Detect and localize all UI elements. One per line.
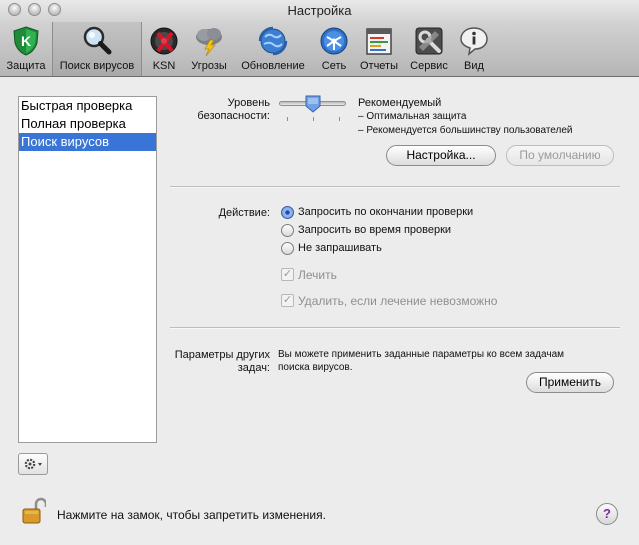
view-bubble-icon	[460, 27, 488, 56]
task-list[interactable]: Быстрая проверка Полная проверка Поиск в…	[18, 96, 157, 443]
security-level-label-1: Уровень	[227, 97, 270, 109]
task-item-full-scan[interactable]: Полная проверка	[19, 115, 156, 133]
delete-checkbox-label: Удалить, если лечение невозможно	[298, 294, 498, 308]
cure-checkbox-label: Лечить	[298, 268, 337, 282]
slider-tick	[287, 117, 288, 121]
action-label: Действие:	[218, 207, 270, 219]
radio-ask-after-scan-label: Запросить по окончании проверки	[298, 206, 474, 218]
toolbar-update[interactable]: Обновление	[236, 22, 310, 76]
radio-do-not-ask-label: Не запрашивать	[298, 242, 382, 254]
delete-checkbox[interactable]: ✓	[281, 294, 294, 307]
other-tasks-label-1: Параметры других	[174, 349, 270, 361]
security-level-desc-2: – Рекомендуется большинству пользователе…	[358, 125, 573, 136]
toolbar-virus-scan[interactable]: Поиск вирусов	[52, 22, 142, 76]
security-level-name: Рекомендуемый	[358, 97, 442, 109]
task-item-quick-scan[interactable]: Быстрая проверка	[19, 97, 156, 115]
storm-cloud-icon	[196, 28, 222, 57]
network-icon	[320, 27, 348, 55]
toolbar-reports[interactable]: Отчеты	[356, 22, 402, 76]
radio-ask-during-scan-label: Запросить во время проверки	[298, 224, 452, 236]
separator	[170, 186, 620, 188]
toolbar-threats[interactable]: Угрозы	[186, 22, 232, 76]
other-tasks-label-2: задач:	[237, 362, 270, 374]
cure-checkbox[interactable]: ✓	[281, 268, 294, 281]
title-bar: Настройка	[0, 0, 639, 22]
toolbar-ksn[interactable]: KSN	[146, 22, 182, 76]
svg-text:K: K	[21, 33, 31, 49]
service-tools-icon	[415, 27, 443, 55]
security-slider-thumb[interactable]	[305, 95, 321, 113]
toolbar: K Защита Поиск вирусов KSN Угрозы Обновл…	[0, 22, 639, 77]
toolbar-service[interactable]: Сервис	[405, 22, 453, 76]
task-item-virus-scan[interactable]: Поиск вирусов	[19, 133, 156, 151]
magnifier-icon	[83, 26, 112, 55]
radio-ask-after-scan[interactable]	[281, 206, 294, 219]
report-icon	[366, 28, 392, 55]
slider-tick	[339, 117, 340, 121]
apply-button[interactable]: Применить	[526, 372, 614, 393]
preferences-window: Настройка K Защита Поиск вирусов KSN Угр…	[0, 0, 639, 545]
action-menu-button[interactable]	[18, 453, 48, 475]
toolbar-view[interactable]: Вид	[456, 22, 492, 76]
ksn-icon	[150, 27, 178, 55]
lock-open-icon[interactable]	[22, 497, 46, 525]
default-button[interactable]: По умолчанию	[506, 145, 614, 166]
help-button[interactable]: ?	[596, 503, 618, 525]
separator	[170, 327, 620, 329]
other-tasks-text-1: Вы можете применить заданные параметры к…	[278, 349, 565, 360]
shield-k-icon: K	[13, 26, 39, 56]
update-globe-icon	[258, 26, 288, 56]
other-tasks-text-2: поиска вирусов.	[278, 362, 353, 373]
gear-icon	[24, 458, 42, 470]
lock-hint-text: Нажмите на замок, чтобы запретить измене…	[57, 508, 326, 522]
window-title: Настройка	[287, 3, 352, 18]
toolbar-protection[interactable]: K Защита	[3, 22, 49, 76]
settings-button[interactable]: Настройка...	[386, 145, 496, 166]
radio-ask-during-scan[interactable]	[281, 224, 294, 237]
security-level-label-2: безопасности:	[197, 110, 270, 122]
radio-do-not-ask[interactable]	[281, 242, 294, 255]
security-level-desc-1: – Оптимальная защита	[358, 111, 467, 122]
slider-tick	[313, 117, 314, 121]
toolbar-network[interactable]: Сеть	[314, 22, 354, 76]
